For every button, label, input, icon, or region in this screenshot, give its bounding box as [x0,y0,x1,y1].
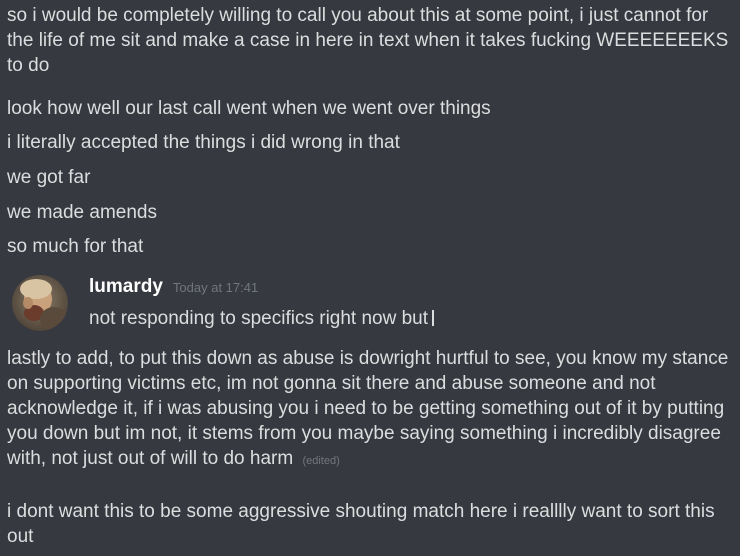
message-text: i dont want this to be some aggressive s… [7,501,715,547]
user-avatar-icon [12,275,68,331]
message: we got far [7,165,736,190]
message-text: so i would be completely willing to call… [7,5,729,76]
avatar[interactable] [12,275,68,331]
username[interactable]: lumardy [89,276,163,298]
message-text: lastly to add, to put this down as abuse… [7,348,729,469]
message: i literally accepted the things i did wr… [7,130,736,155]
message-text: look how well our last call went when we… [7,98,491,119]
message: so i would be completely willing to call… [7,3,736,78]
message: i dont want this to be some aggressive s… [7,499,736,549]
message: so much for that [7,234,736,259]
message-text: we made amends [7,202,157,223]
message-text: we got far [7,167,91,188]
message-text: not responding to specifics right now bu… [89,308,429,329]
timestamp: Today at 17:41 [172,280,259,295]
message: not responding to specifics right now bu… [89,306,435,331]
chat-message-list: so i would be completely willing to call… [0,0,740,556]
message-header: lumardy Today at 17:41 [89,276,258,304]
text-cursor [432,310,435,326]
message-text: i literally accepted the things i did wr… [7,132,400,153]
message-text: so much for that [7,236,144,257]
message: look how well our last call went when we… [7,96,736,121]
edited-label: (edited) [302,455,340,467]
message: we made amends [7,200,736,225]
message: lastly to add, to put this down as abuse… [7,346,736,474]
